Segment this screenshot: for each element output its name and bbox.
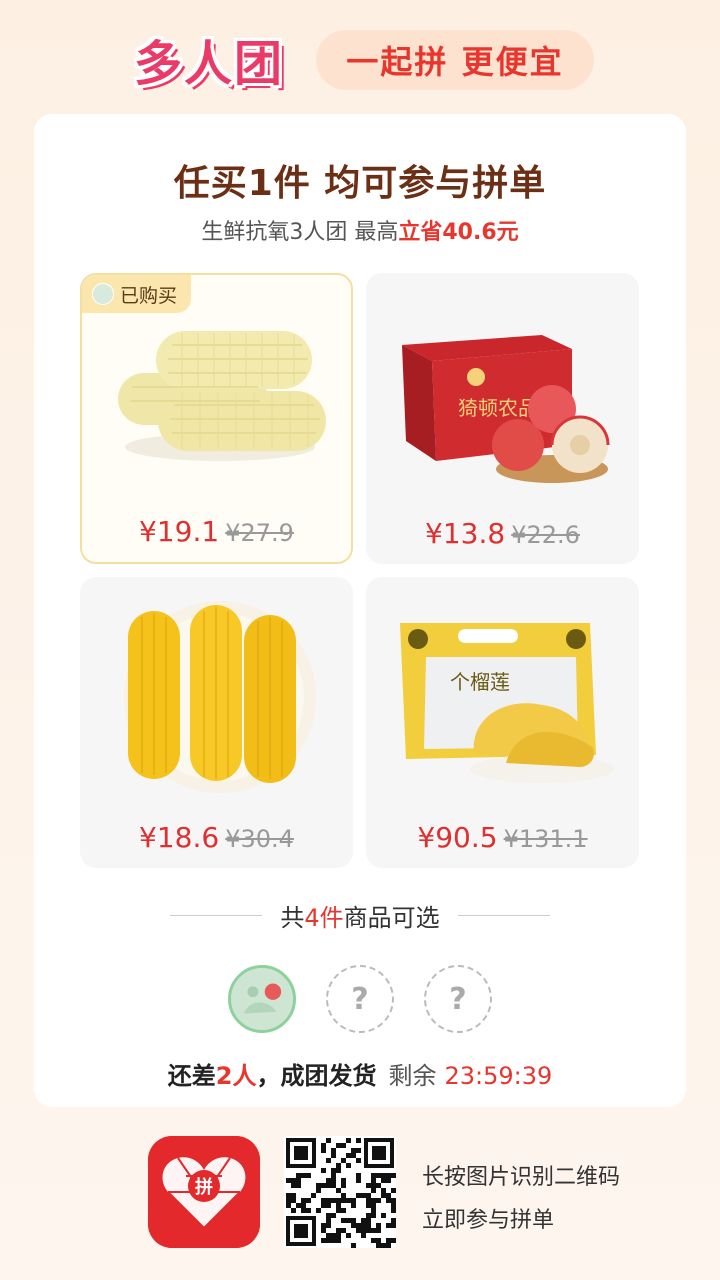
pinduoduo-app-icon: 拼: [148, 1136, 260, 1248]
selection-number: 4件: [304, 904, 344, 932]
price: ¥18.6: [139, 821, 220, 854]
member-avatar: [228, 965, 296, 1033]
price-row: ¥13.8 ¥22.6: [366, 517, 639, 550]
selection-count: 共4件商品可选: [280, 898, 439, 933]
bought-tag-label: 已购买: [120, 284, 178, 307]
selection-count-row: 共4件商品可选: [0, 898, 720, 933]
subtitle-prefix: 生鲜抗氧3人团 最高: [201, 220, 399, 245]
price-row: ¥18.6 ¥30.4: [80, 821, 353, 854]
empty-slot-mark: ?: [449, 981, 467, 1017]
slogan-pill: 一起拼 更便宜: [316, 30, 594, 90]
apple-box-image: 猗顿农品: [402, 335, 610, 483]
group-status: 还差2人，成团发货 剩余 23:59:39: [0, 1056, 720, 1091]
subtitle: 生鲜抗氧3人团 最高立省40.6元: [0, 214, 720, 246]
page-title: 任买1件 均可参与拼单: [173, 163, 547, 204]
footer-line-2: 立即参与拼单: [422, 1208, 555, 1233]
original-price: ¥27.9: [225, 519, 294, 547]
durian-bag-label: 个榴莲: [450, 670, 510, 694]
members-needed-suffix: ，成团发货: [256, 1062, 377, 1090]
empty-slot-mark: ?: [351, 981, 369, 1017]
original-price: ¥22.6: [511, 521, 580, 549]
yellow-corn-image: [124, 601, 316, 793]
original-price: ¥30.4: [225, 825, 294, 853]
savings-highlight: 立省40.6元: [398, 220, 519, 245]
avatar-image: [231, 968, 293, 1030]
product-card-white-corn[interactable]: 已购买 ¥19.1 ¥27.9: [80, 273, 353, 564]
qr-code[interactable]: [284, 1136, 396, 1248]
empty-member-slot[interactable]: ?: [326, 965, 394, 1033]
durian-bag-image: 个榴莲: [400, 623, 614, 783]
price-row: ¥19.1 ¥27.9: [82, 515, 351, 548]
apple-box-label: 猗顿农品: [458, 396, 538, 420]
app-icon-text: 拼: [195, 1176, 213, 1198]
members-needed: 还差2人，成团发货: [168, 1062, 377, 1090]
footer-instructions: 长按图片识别二维码 立即参与拼单: [422, 1156, 620, 1242]
countdown-timer: 23:59:39: [444, 1062, 553, 1090]
buyer-avatar: [92, 283, 114, 305]
app-icon-graphic: 拼: [148, 1136, 260, 1248]
price: ¥19.1: [139, 515, 220, 548]
bought-tag: 已购买: [82, 275, 192, 313]
remaining-label: 剩余: [388, 1062, 437, 1090]
footer-line-1: 长按图片识别二维码: [422, 1165, 621, 1190]
selection-prefix: 共: [280, 904, 305, 932]
brand-title: 多人团: [133, 36, 284, 92]
price: ¥13.8: [425, 517, 506, 550]
members-needed-prefix: 还差: [167, 1062, 216, 1090]
brand-logo: 多人团: [118, 26, 300, 92]
members-needed-count: 2人: [215, 1062, 257, 1090]
product-card-durian-bag[interactable]: 个榴莲 ¥90.5 ¥131.1: [366, 577, 639, 868]
price: ¥90.5: [417, 821, 498, 854]
product-card-apple-box[interactable]: 猗顿农品 ¥13.8 ¥22.6: [366, 273, 639, 564]
slogan-text: 一起拼 更便宜: [346, 43, 564, 81]
product-card-yellow-corn[interactable]: ¥18.6 ¥30.4: [80, 577, 353, 868]
qr-code-image: [284, 1136, 396, 1248]
empty-member-slot[interactable]: ?: [424, 965, 492, 1033]
selection-suffix: 商品可选: [343, 904, 440, 932]
divider-line: [170, 915, 263, 916]
original-price: ¥131.1: [503, 825, 588, 853]
divider-line: [457, 915, 550, 916]
price-row: ¥90.5 ¥131.1: [366, 821, 639, 854]
